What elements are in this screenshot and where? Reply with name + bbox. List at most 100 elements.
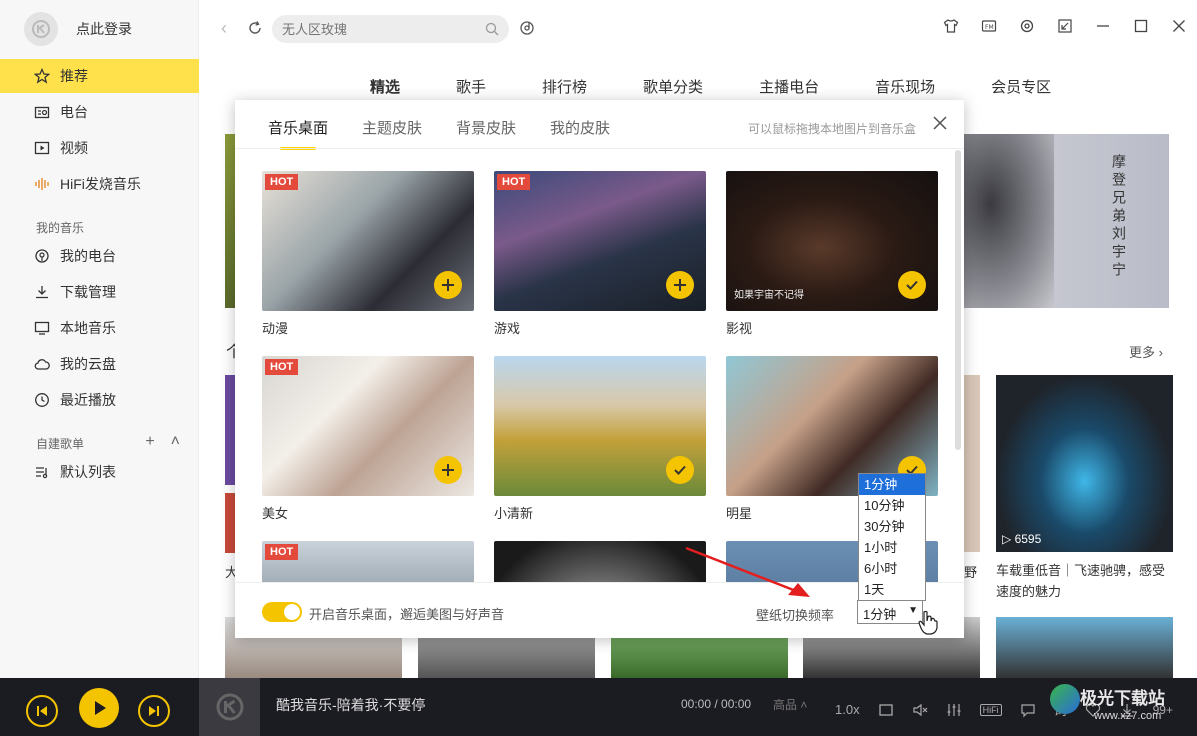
playlist-card-car[interactable]: ▷ 6595 <box>996 375 1173 552</box>
tile-label: 游戏 <box>494 321 521 336</box>
settings-gear-icon[interactable] <box>1019 18 1035 34</box>
search-icon[interactable] <box>485 22 499 36</box>
hifi-button[interactable]: HiFi <box>979 703 1002 716</box>
more-link[interactable]: 更多 › <box>1129 342 1163 361</box>
playlist-card[interactable] <box>996 617 1173 678</box>
sidebar-item-my-radio[interactable]: 我的电台 <box>0 239 199 273</box>
next-button[interactable] <box>138 695 170 727</box>
modal-footer: 开启音乐桌面，邂逅美图与好声音 壁纸切换频率 1分钟 ▼ <box>235 582 964 638</box>
sidebar-item-recent[interactable]: 最近播放 <box>0 383 199 417</box>
sidebar-item-cloud[interactable]: 我的云盘 <box>0 347 199 381</box>
sidebar-item-hifi[interactable]: HiFi发烧音乐 <box>0 167 199 201</box>
frequency-select[interactable]: 1分钟 ▼ <box>857 600 923 624</box>
collapse-icon[interactable]: ˄ <box>171 433 180 451</box>
playlist-title[interactable]: 车载重低音｜飞速驰骋，感受速度的魅力 <box>996 560 1176 602</box>
playlist-card-edge[interactable] <box>225 375 235 485</box>
album-cover[interactable] <box>199 678 260 736</box>
tab-vip-zone[interactable]: 会员专区 <box>991 76 1051 97</box>
check-icon[interactable] <box>666 456 694 484</box>
play-icon <box>95 701 106 715</box>
wallpaper-tile-anime[interactable]: HOT <box>262 171 474 311</box>
banner-left-edge[interactable] <box>225 134 235 308</box>
maximize-icon[interactable] <box>1133 18 1149 34</box>
refresh-icon[interactable] <box>247 20 263 36</box>
monitor-icon <box>34 321 50 335</box>
listen-identify-icon[interactable] <box>519 20 535 36</box>
tab-charts[interactable]: 排行榜 <box>542 76 587 97</box>
cloud-icon <box>34 359 50 370</box>
tab-background-skin[interactable]: 背景皮肤 <box>456 117 516 138</box>
sidebar-item-default-list[interactable]: 默认列表 <box>0 455 199 489</box>
login-area[interactable]: 点此登录 <box>24 12 132 46</box>
tab-music-desktop[interactable]: 音乐桌面 <box>268 117 328 150</box>
main-tabs: 精选 歌手 排行榜 歌单分类 主播电台 音乐现场 会员专区 <box>370 76 1107 97</box>
tab-anchor-radio[interactable]: 主播电台 <box>759 76 819 97</box>
banner-right[interactable]: 摩登兄弟刘宇宁 <box>964 134 1169 308</box>
song-title[interactable]: 酷我音乐-陪着我·不要停 <box>276 695 425 715</box>
sidebar-item-label: 推荐 <box>60 68 88 84</box>
minimize-icon[interactable] <box>1095 18 1111 34</box>
playlist-card-edge[interactable] <box>225 493 235 553</box>
back-icon[interactable]: ‹ <box>221 18 227 39</box>
tab-singers[interactable]: 歌手 <box>456 76 486 97</box>
add-icon[interactable] <box>434 456 462 484</box>
play-button[interactable] <box>79 688 119 728</box>
hot-badge: HOT <box>265 359 299 375</box>
mini-mode-icon[interactable] <box>1057 18 1073 34</box>
download-icon <box>36 286 48 299</box>
wallpaper-tile-film[interactable]: 如果宇宙不记得 <box>726 171 938 311</box>
sidebar-item-downloads[interactable]: 下载管理 <box>0 275 199 309</box>
login-text[interactable]: 点此登录 <box>76 19 132 39</box>
sidebar-item-recommend[interactable]: 推荐 <box>0 59 199 93</box>
svg-text:FM: FM <box>985 24 994 31</box>
skin-shirt-icon[interactable] <box>943 18 959 34</box>
frequency-option[interactable]: 30分钟 <box>859 516 925 537</box>
comment-icon[interactable] <box>1020 702 1036 718</box>
wallpaper-tile[interactable] <box>494 541 706 582</box>
add-icon[interactable] <box>434 271 462 299</box>
tab-playlist-categories[interactable]: 歌单分类 <box>643 76 703 97</box>
sidebar: 点此登录 推荐 电台 视频 HiFi发烧音乐 我的音乐 我的电台 下载管理 本地… <box>0 0 199 678</box>
wallpaper-tile-beauty[interactable]: HOT <box>262 356 474 496</box>
play-count: ▷ 6595 <box>1002 532 1042 546</box>
close-window-icon[interactable] <box>1171 18 1187 34</box>
avatar[interactable] <box>24 12 58 46</box>
frequency-option[interactable]: 1分钟 <box>859 474 925 495</box>
frequency-option[interactable]: 1天 <box>859 579 925 600</box>
music-desktop-toggle[interactable] <box>262 602 302 622</box>
tab-my-skin[interactable]: 我的皮肤 <box>550 117 610 138</box>
tab-featured[interactable]: 精选 <box>370 76 400 97</box>
tile-label: 动漫 <box>262 321 289 336</box>
equalizer-icon[interactable] <box>946 702 962 718</box>
wallpaper-tile[interactable]: HOT <box>262 541 474 582</box>
search-input[interactable] <box>272 15 472 43</box>
quality-select[interactable]: 高品 ˄ <box>773 696 807 713</box>
speed-button[interactable]: 1.0x <box>835 702 860 717</box>
frequency-option[interactable]: 10分钟 <box>859 495 925 516</box>
tile-label: 美女 <box>262 506 289 521</box>
scrollbar[interactable] <box>955 150 961 450</box>
section-title-my-music: 我的音乐 <box>36 221 85 235</box>
sidebar-item-video[interactable]: 视频 <box>0 131 199 165</box>
banner-text: 摩登兄弟刘宇宁 <box>1110 154 1126 280</box>
close-icon[interactable] <box>932 115 948 131</box>
playlist-card-edge[interactable] <box>964 375 980 552</box>
frequency-option[interactable]: 1小时 <box>859 537 925 558</box>
wallpaper-tile-fresh[interactable] <box>494 356 706 496</box>
add-icon[interactable] <box>666 271 694 299</box>
sidebar-item-local-music[interactable]: 本地音乐 <box>0 311 199 345</box>
mute-volume-icon[interactable] <box>912 702 928 718</box>
loop-icon[interactable] <box>878 702 894 718</box>
next-icon <box>149 706 159 716</box>
fm-icon[interactable]: FM <box>981 18 997 34</box>
tab-theme-skin[interactable]: 主题皮肤 <box>362 117 422 138</box>
check-icon[interactable] <box>898 271 926 299</box>
previous-button[interactable] <box>26 695 58 727</box>
sidebar-item-radio[interactable]: 电台 <box>0 95 199 129</box>
sidebar-item-label: 最近播放 <box>60 392 116 408</box>
frequency-option[interactable]: 6小时 <box>859 558 925 579</box>
add-playlist-icon[interactable]: + <box>145 433 154 451</box>
wallpaper-tile-game[interactable]: HOT <box>494 171 706 311</box>
tab-live-music[interactable]: 音乐现场 <box>875 76 935 97</box>
search-box[interactable] <box>272 15 509 43</box>
